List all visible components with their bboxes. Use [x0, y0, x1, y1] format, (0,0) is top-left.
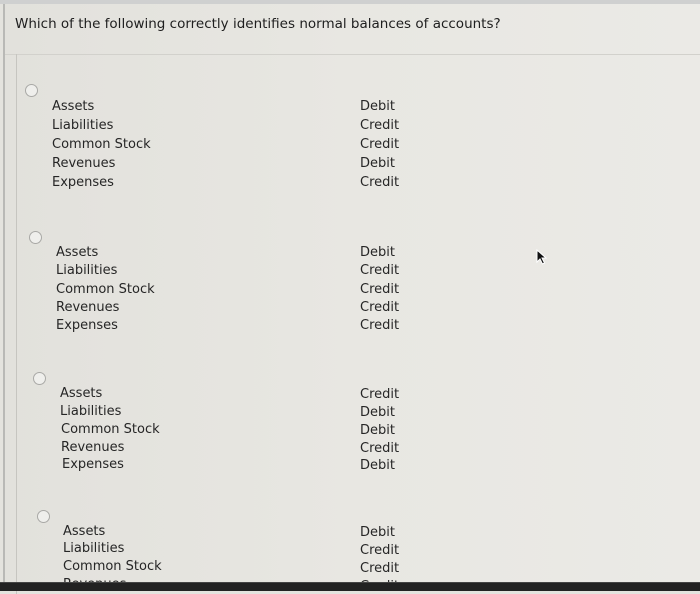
account-balance: Credit: [360, 387, 400, 402]
account-name: Liabilities: [60, 404, 122, 419]
question-panel: Which of the following correctly identif…: [3, 4, 700, 594]
account-balance: Credit: [360, 118, 400, 133]
radio-button[interactable]: [33, 372, 46, 385]
account-balance: Credit: [360, 543, 400, 558]
account-balance: Credit: [360, 263, 400, 278]
account-name: Expenses: [56, 318, 118, 333]
radio-button[interactable]: [29, 231, 42, 244]
account-name: Assets: [63, 524, 106, 539]
account-name: Liabilities: [56, 263, 118, 278]
account-balance: Debit: [360, 99, 395, 114]
mouse-pointer-icon: [536, 249, 548, 265]
account-balance: Debit: [360, 458, 395, 473]
account-balance: Credit: [360, 318, 400, 333]
account-balance: Credit: [360, 137, 400, 152]
account-name: Assets: [60, 386, 103, 401]
question-header: Which of the following correctly identif…: [5, 4, 700, 55]
account-balance: Debit: [360, 156, 395, 171]
account-balance: Debit: [360, 423, 395, 438]
account-name: Assets: [52, 99, 95, 114]
account-name: Revenues: [61, 440, 125, 455]
account-name: Common Stock: [52, 137, 151, 152]
account-balance: Debit: [360, 405, 395, 420]
account-balance: Credit: [360, 175, 400, 190]
account-name: Liabilities: [63, 541, 125, 556]
account-balance: Credit: [360, 300, 400, 315]
account-name: Revenues: [56, 300, 120, 315]
account-name: Revenues: [52, 156, 116, 171]
account-name: Expenses: [52, 175, 114, 190]
account-balance: Debit: [360, 525, 395, 540]
account-name: Expenses: [62, 457, 124, 472]
account-name: Common Stock: [63, 559, 162, 574]
account-name: Liabilities: [52, 118, 114, 133]
account-balance: Credit: [360, 441, 400, 456]
radio-button[interactable]: [25, 84, 38, 97]
radio-button[interactable]: [37, 510, 50, 523]
left-rail-divider: [16, 54, 17, 594]
account-balance: Credit: [360, 561, 400, 576]
account-name: Common Stock: [56, 282, 155, 297]
account-balance: Debit: [360, 245, 395, 260]
account-balance: Credit: [360, 282, 400, 297]
question-text: Which of the following correctly identif…: [15, 16, 501, 32]
account-name: Common Stock: [61, 422, 160, 437]
account-name: Assets: [56, 245, 99, 260]
